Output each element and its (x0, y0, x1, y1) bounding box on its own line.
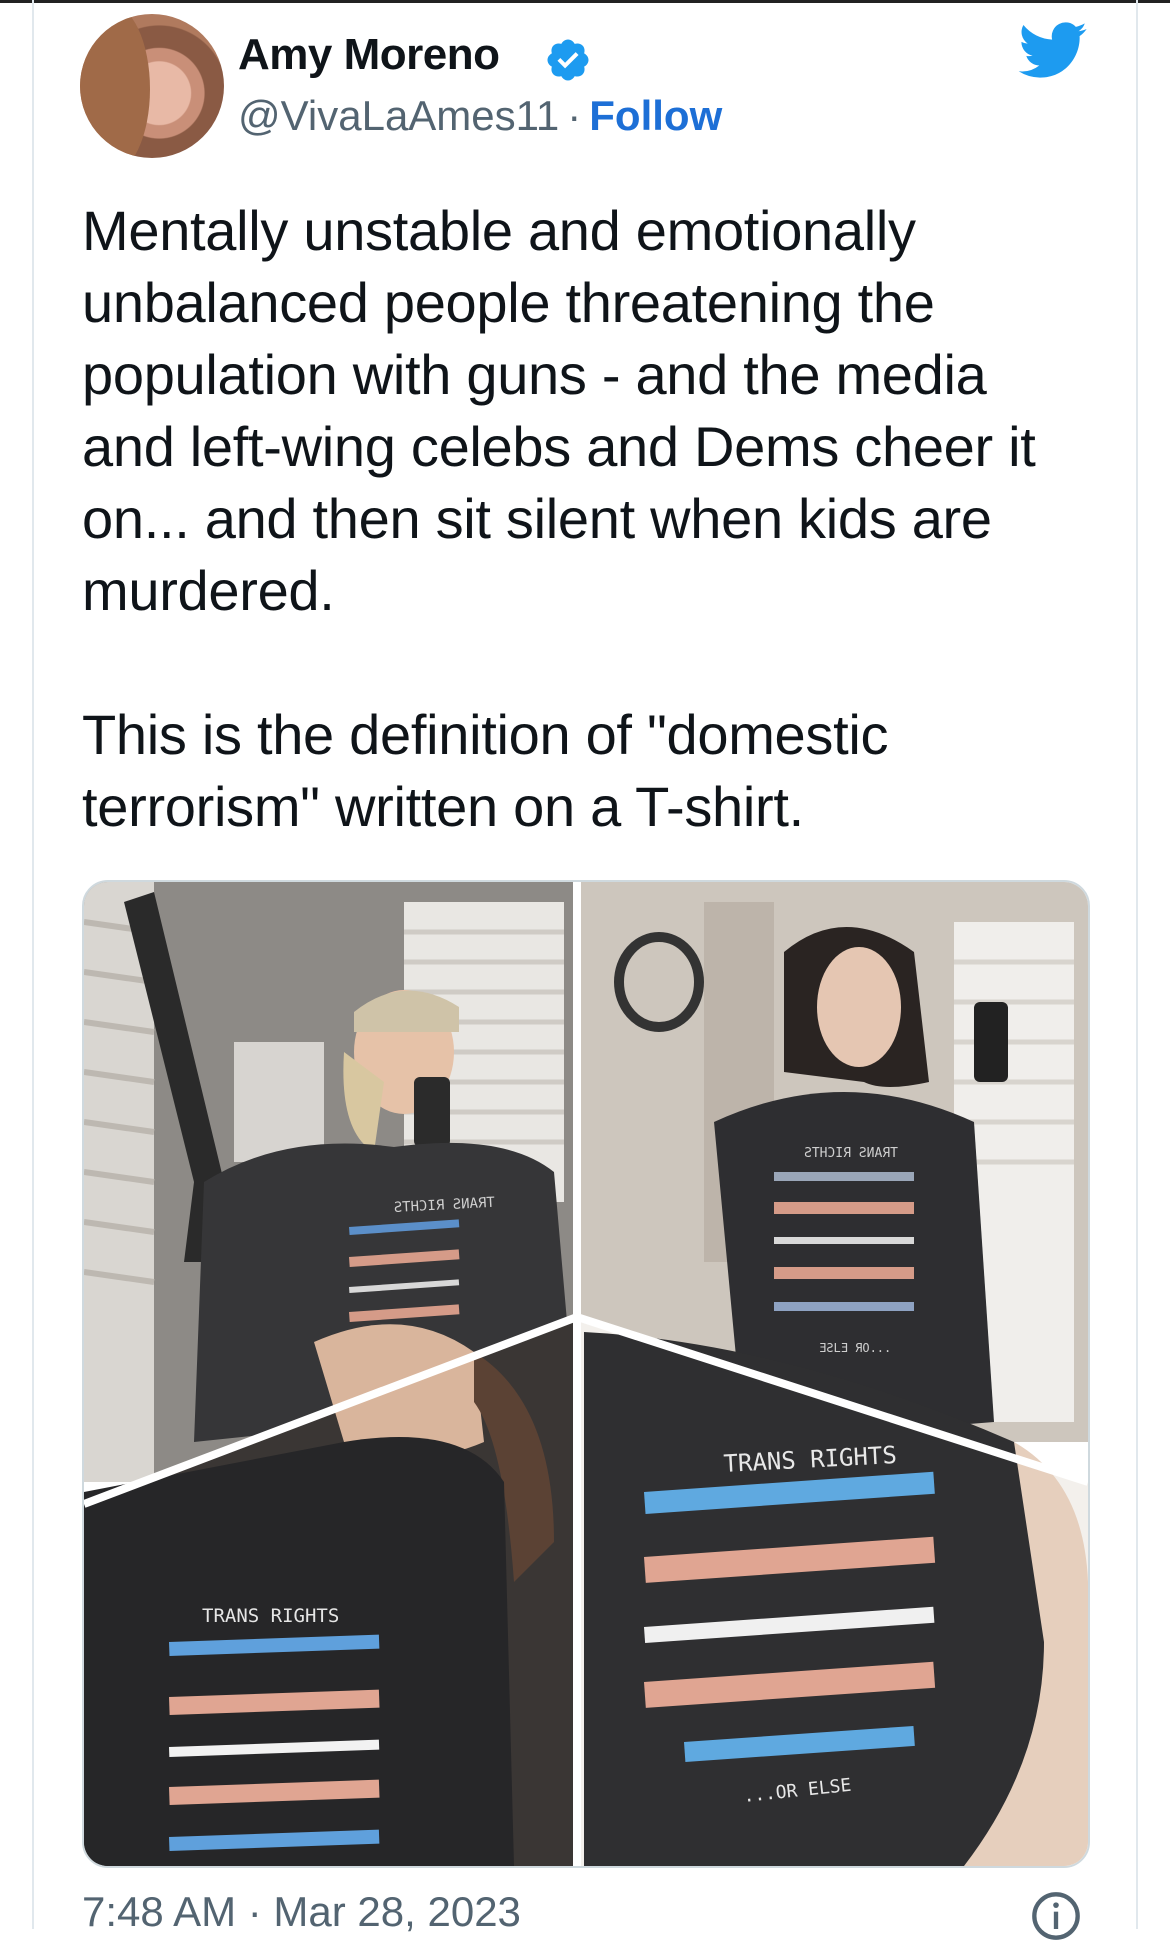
shirt-text-top-right-bottom: ƎƧLƎ ЯO... (819, 1341, 891, 1355)
author-handle[interactable]: @VivaLaAmes11 (238, 92, 559, 139)
tweet-text: Mentally unstable and emotionally unbala… (82, 195, 1082, 843)
follow-button[interactable]: Follow (589, 92, 722, 139)
avatar[interactable] (80, 14, 224, 158)
collage-image: ƧTHƆIЯ ƧИAЯT ƧTHƆIЯ ƧИAЯT ƎƧLƎ ЯO... TRA… (84, 882, 1088, 1866)
separator: · (567, 92, 582, 139)
verified-badge-icon (547, 39, 589, 81)
twitter-bird-icon[interactable] (1018, 22, 1088, 80)
tweet-media[interactable]: ƧTHƆIЯ ƧИAЯT ƧTHƆIЯ ƧИAЯT ƎƧLƎ ЯO... TRA… (82, 880, 1090, 1868)
shirt-text-top-right: ƧTHƆIЯ ƧИAЯT (804, 1146, 898, 1161)
tweet-paragraph-2: This is the definition of "domestic terr… (82, 703, 889, 838)
info-icon[interactable] (1030, 1890, 1082, 1942)
tweet-paragraph-1: Mentally unstable and emotionally unbala… (82, 199, 1036, 622)
author-name[interactable]: Amy Moreno (238, 30, 500, 80)
shirt-text-bottom-left: TRANS RIGHTS (202, 1605, 339, 1627)
handle-row: @VivaLaAmes11 · Follow (238, 92, 722, 140)
